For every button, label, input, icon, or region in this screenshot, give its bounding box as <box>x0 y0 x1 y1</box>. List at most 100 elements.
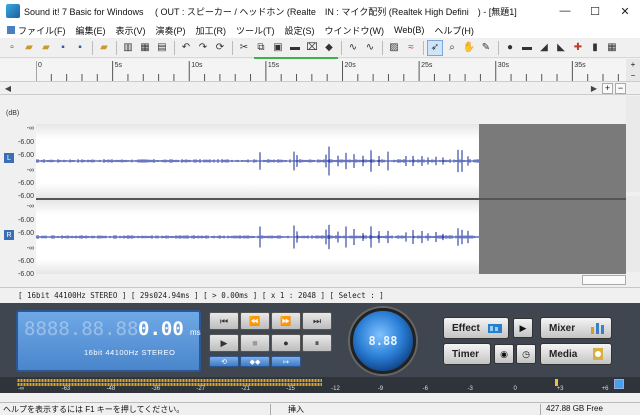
scroll-right-arrow[interactable]: ▶ <box>588 82 600 94</box>
menu-window[interactable]: ウインドウ(W) <box>320 24 390 37</box>
vertical-scrollbar-lower[interactable] <box>626 196 640 272</box>
jump-button[interactable]: ↦ <box>271 356 301 367</box>
marker-icon[interactable]: ✚ <box>570 40 586 56</box>
to-start-button[interactable]: ⏮ <box>209 312 239 330</box>
overview-zoom-in[interactable]: + <box>602 83 613 94</box>
ruler-zoom: + − <box>626 59 640 81</box>
toolbar-divider <box>382 40 383 55</box>
menu-settings[interactable]: 設定(S) <box>280 24 320 37</box>
media-icon <box>593 348 603 360</box>
menu-help[interactable]: ヘルプ(H) <box>429 24 479 37</box>
hand-icon[interactable]: ✋ <box>461 40 477 56</box>
volume-knob[interactable]: 8.88 <box>350 308 416 374</box>
level-icon[interactable]: ▮ <box>587 40 603 56</box>
wave-info-line: [ 16bit 44100Hz STEREO ] [ 29s024.94ms ]… <box>0 287 640 303</box>
fade-out-icon[interactable]: ◣ <box>553 40 569 56</box>
cd-icon[interactable]: ▦ <box>137 40 153 56</box>
new-file-icon[interactable]: ▫ <box>4 40 20 56</box>
effect-button[interactable]: Effect <box>443 317 509 339</box>
grid-icon[interactable]: ▦ <box>604 40 620 56</box>
menu-view[interactable]: 表示(V) <box>111 24 151 37</box>
folder-icon[interactable]: ▰ <box>96 40 112 56</box>
close-button[interactable]: ✕ <box>610 0 640 22</box>
zoom-in-button[interactable]: + <box>631 60 636 69</box>
time-ruler[interactable]: 0 5s 10s 15s 20s 25s 30s 35s + − <box>0 59 640 81</box>
pointer-icon[interactable]: ➶ <box>427 39 443 56</box>
menu-process[interactable]: 加工(R) <box>191 24 232 37</box>
repeat-icon[interactable]: ⟳ <box>212 40 228 56</box>
meter-reset-button[interactable] <box>614 379 624 389</box>
timer-clock-button[interactable]: ◷ <box>516 344 536 364</box>
menu-web[interactable]: Web(B) <box>389 25 429 35</box>
ruler-tick-label: 25s <box>421 62 433 69</box>
menu-bar: ファイル(F) 編集(E) 表示(V) 演奏(P) 加工(R) ツール(T) 設… <box>0 22 640 38</box>
album-icon[interactable]: ▥ <box>120 40 136 56</box>
maximize-button[interactable]: ☐ <box>580 0 610 22</box>
wave-icon[interactable]: ≈ <box>403 40 419 56</box>
marker-button[interactable]: ◆◆ <box>240 356 270 367</box>
meter-scale-label: -15 <box>286 386 295 392</box>
export-icon[interactable]: ▤ <box>154 40 170 56</box>
ruler-track[interactable]: 0 5s 10s 15s 20s 25s 30s 35s <box>36 59 626 81</box>
toolbar-divider <box>341 40 342 55</box>
paste-icon[interactable]: ▣ <box>270 40 286 56</box>
cut-icon[interactable]: ✂ <box>236 40 252 56</box>
meter-scale-label: -6 <box>422 386 428 392</box>
fade-in-icon[interactable]: ◢ <box>536 40 552 56</box>
zoom-icon[interactable]: ⌕ <box>444 40 460 56</box>
mix-icon[interactable]: ◆ <box>321 40 337 56</box>
media-button[interactable]: Media <box>540 343 612 365</box>
menu-tools[interactable]: ツール(T) <box>231 24 280 37</box>
copy-icon[interactable]: ⧉ <box>253 40 269 56</box>
play-button[interactable]: ▶ <box>209 334 239 352</box>
pencil-icon[interactable]: ✎ <box>478 40 494 56</box>
effect-play-button[interactable]: ▶ <box>513 318 533 338</box>
toolbar-divider <box>423 40 424 55</box>
db-tick: -6.00 <box>18 152 34 159</box>
overview-scrollbar[interactable]: ◀ ▶ + − <box>0 81 640 95</box>
undo-icon[interactable]: ↶ <box>178 40 194 56</box>
timer-button[interactable]: Timer <box>443 343 491 365</box>
empty-region <box>479 200 626 274</box>
zoom-out-button[interactable]: − <box>631 71 636 80</box>
mixer-label: Mixer <box>549 322 576 334</box>
db-tick: -6.00 <box>18 217 34 224</box>
minus-icon[interactable]: ▬ <box>519 40 535 56</box>
channel-right-badge[interactable]: R <box>4 230 14 240</box>
redo-icon[interactable]: ↷ <box>195 40 211 56</box>
menu-play[interactable]: 演奏(P) <box>151 24 191 37</box>
to-end-button[interactable]: ⏭ <box>302 312 332 330</box>
overview-zoom-out[interactable]: − <box>615 83 626 94</box>
rewind-button[interactable]: ⏪ <box>240 312 270 330</box>
save-as-icon[interactable]: ▪ <box>72 40 88 56</box>
open-folder-icon[interactable]: ▰ <box>21 40 37 56</box>
fast-forward-button[interactable]: ⏩ <box>271 312 301 330</box>
horizontal-zoom-slider[interactable] <box>582 275 626 285</box>
record-button[interactable]: ● <box>271 334 301 352</box>
trim-icon[interactable]: ⌧ <box>304 40 320 56</box>
channel-left-badge[interactable]: L <box>4 153 14 163</box>
menu-file[interactable]: ファイル(F) <box>2 24 71 37</box>
open-icon[interactable]: ▰ <box>38 40 54 56</box>
left-channel-track[interactable] <box>36 124 626 198</box>
edit-mode: 挿入 <box>288 405 304 414</box>
vertical-scrollbar-upper[interactable] <box>626 96 640 192</box>
ruler-tick-label: 20s <box>344 62 356 69</box>
zoom-in-wave-icon[interactable]: ∿ <box>345 40 361 56</box>
delete-icon[interactable]: ▬ <box>287 40 303 56</box>
save-icon[interactable]: ▪ <box>55 40 71 56</box>
record-dot-icon[interactable]: ● <box>502 40 518 56</box>
spectrum-icon[interactable]: ▨ <box>386 40 402 56</box>
right-waveform <box>36 224 479 250</box>
right-channel-track[interactable] <box>36 200 626 274</box>
empty-region <box>479 124 626 198</box>
pause-button[interactable]: ⏸ <box>302 334 332 352</box>
mixer-button[interactable]: Mixer <box>540 317 612 339</box>
zoom-out-wave-icon[interactable]: ∿ <box>362 40 378 56</box>
scroll-left-arrow[interactable]: ◀ <box>2 82 14 94</box>
minimize-button[interactable]: — <box>550 0 580 22</box>
loop-button[interactable]: ⟲ <box>209 356 239 367</box>
timer-record-button[interactable]: ◉ <box>494 344 514 364</box>
menu-edit[interactable]: 編集(E) <box>71 24 111 37</box>
stop-button[interactable]: ■ <box>240 334 270 352</box>
